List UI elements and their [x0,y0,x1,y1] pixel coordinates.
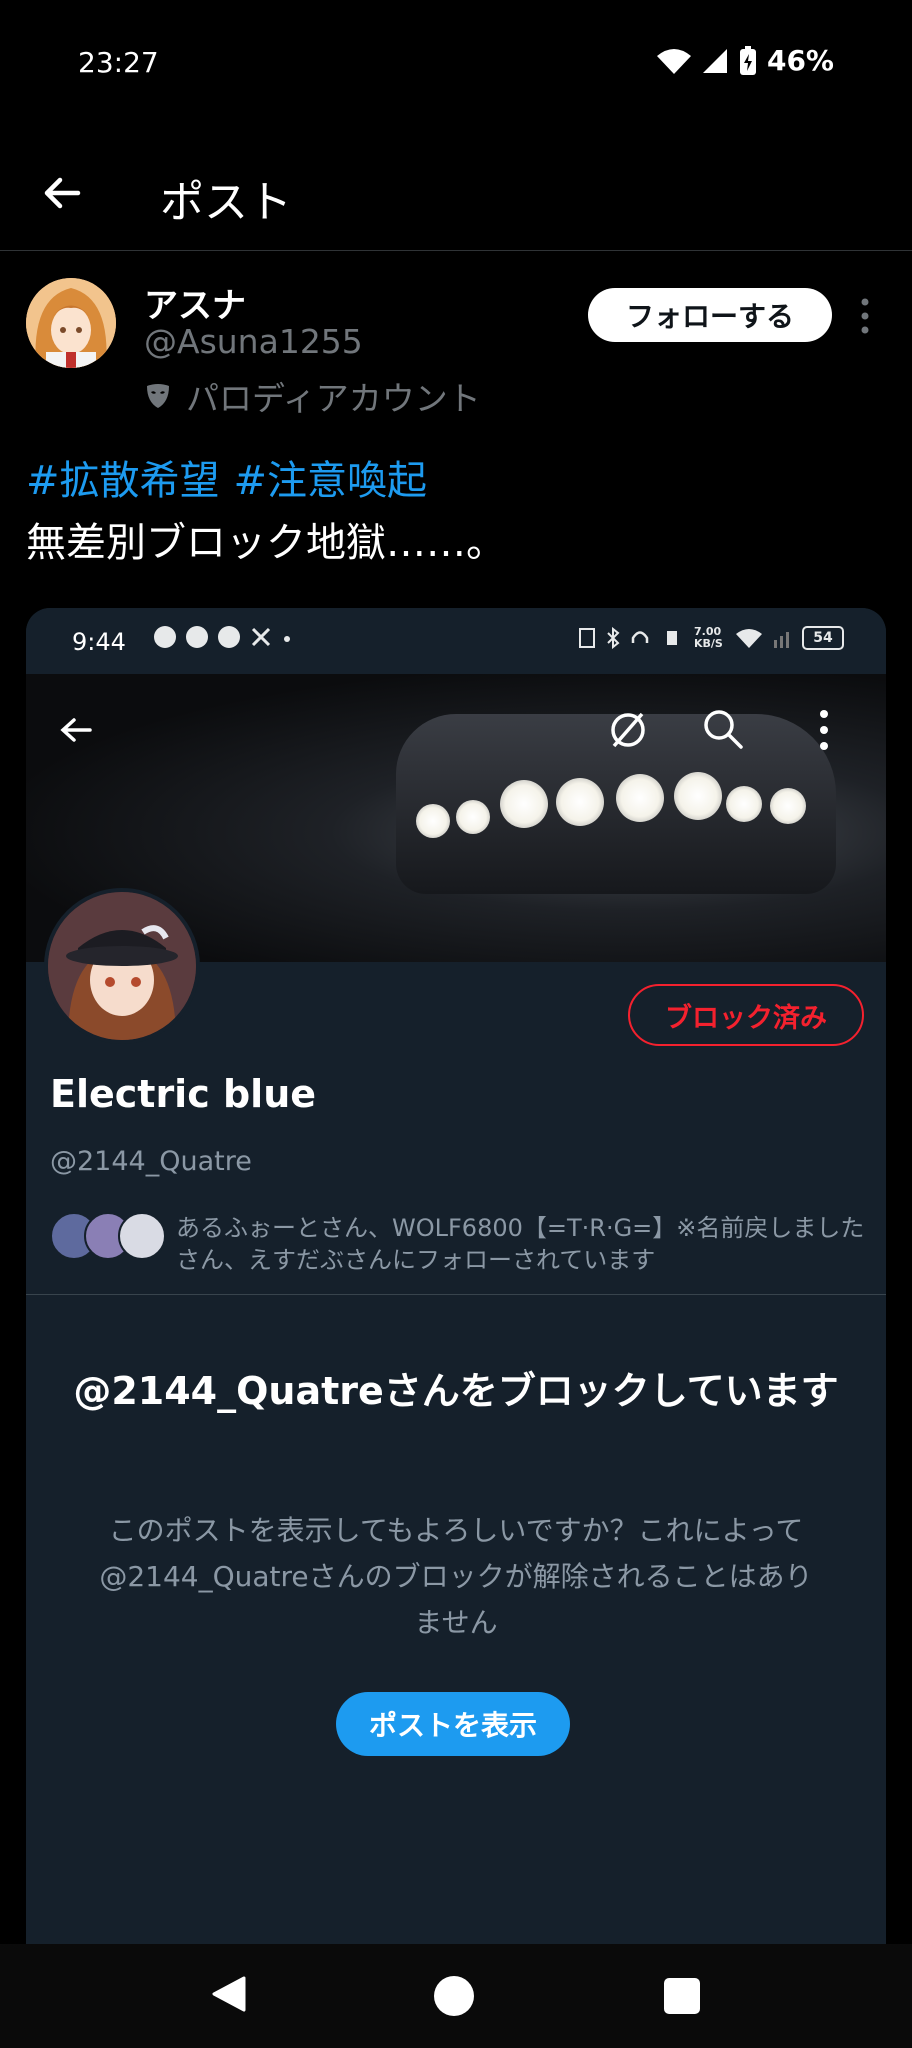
battery-icon: 54 [802,626,844,650]
followed-by[interactable]: あるふぉーとさん、WOLF6800【=T·R·G=】※名前戻しましたさん、えすだ… [50,1212,870,1276]
header-divider [0,250,912,251]
more-options-icon[interactable] [858,296,872,336]
car-lamp [770,788,806,824]
battery-icon [739,45,756,75]
follower-avatars [50,1212,166,1260]
signal-icon [774,632,789,648]
profile-avatar[interactable] [44,888,200,1044]
author-name[interactable]: アスナ [144,278,246,327]
wifi-icon [736,629,762,648]
embedded-status-time: 9:44 [72,628,126,656]
avatar [118,1212,166,1260]
blocked-notice-title: @2144_Quatreさんをブロックしています [73,1369,839,1413]
car-lamp [674,772,722,820]
embedded-battery-value: 54 [813,630,833,646]
car-lamp [726,786,762,822]
embedded-status-bar: 9:44 7.00 KB/S 54 [26,608,886,674]
blocked-notice-description: このポストを表示してもよろしいですか？これによって@2144_Quatreさんの… [99,1514,813,1639]
nav-recents-icon[interactable] [664,1978,700,2014]
author-avatar[interactable] [26,278,116,368]
back-button[interactable] [38,168,88,218]
wifi-icon [656,48,691,74]
embedded-back-icon[interactable] [56,710,96,754]
profile-avatar-image [48,892,196,1040]
car-lamp [616,774,664,822]
mask-icon [147,384,169,408]
blocked-button[interactable]: ブロック済み [628,984,864,1046]
embedded-net-speed: 7.00 KB/S [694,625,723,650]
car-lamp [500,780,548,828]
post-image[interactable]: 9:44 7.00 KB/S 54 ブロック済み Electric blue @… [26,608,886,1948]
hashtag-link[interactable]: #注意喚起 [234,458,428,504]
follow-button[interactable]: フォローする [588,288,832,342]
bluetooth-icon [607,627,620,649]
parody-text: パロディアカウント [186,379,481,418]
hashtags: #拡散希望 #注意喚起 [26,448,441,506]
status-icons: 46% [656,44,834,77]
car-lamp [416,804,450,838]
followed-by-text: あるふぉーとさん、WOLF6800【=T·R·G=】※名前戻しましたさん、えすだ… [176,1214,865,1274]
discord-icon [186,626,208,648]
arrow-left-icon [44,177,81,209]
battery-percent: 46% [766,44,834,77]
author-handle[interactable]: @Asuna1255 [144,322,363,361]
car-lamp [556,778,604,826]
grok-icon[interactable] [604,706,652,758]
avatar-image [26,278,116,368]
headphones-icon [631,631,649,643]
profile-name: Electric blue [50,1072,317,1116]
search-icon[interactable] [700,706,746,756]
profile-handle: @2144_Quatre [50,1146,252,1177]
status-time: 23:27 [78,46,159,79]
car-lamp [456,800,490,834]
hashtag-link[interactable]: #拡散希望 [26,458,220,504]
profile-divider [26,1294,886,1295]
nfc-icon [579,628,595,648]
embedded-status-right: 7.00 KB/S 54 [578,626,844,650]
parody-label: パロディアカウント [144,372,481,420]
dot-icon [284,636,290,642]
x-logo-icon [251,627,271,647]
page-title: ポスト [160,177,292,228]
spotify-icon [154,626,176,648]
nav-back-icon[interactable] [208,1974,248,2018]
embedded-notification-icons [154,626,292,648]
vibrate-icon [667,631,677,645]
show-post-button[interactable]: ポストを表示 [336,1692,570,1756]
more-options-icon[interactable] [818,708,830,756]
post-text: 無差別ブロック地獄……。 [26,520,506,566]
nav-home-icon[interactable] [434,1976,474,2016]
app-icon [218,626,240,648]
signal-icon [702,48,727,73]
